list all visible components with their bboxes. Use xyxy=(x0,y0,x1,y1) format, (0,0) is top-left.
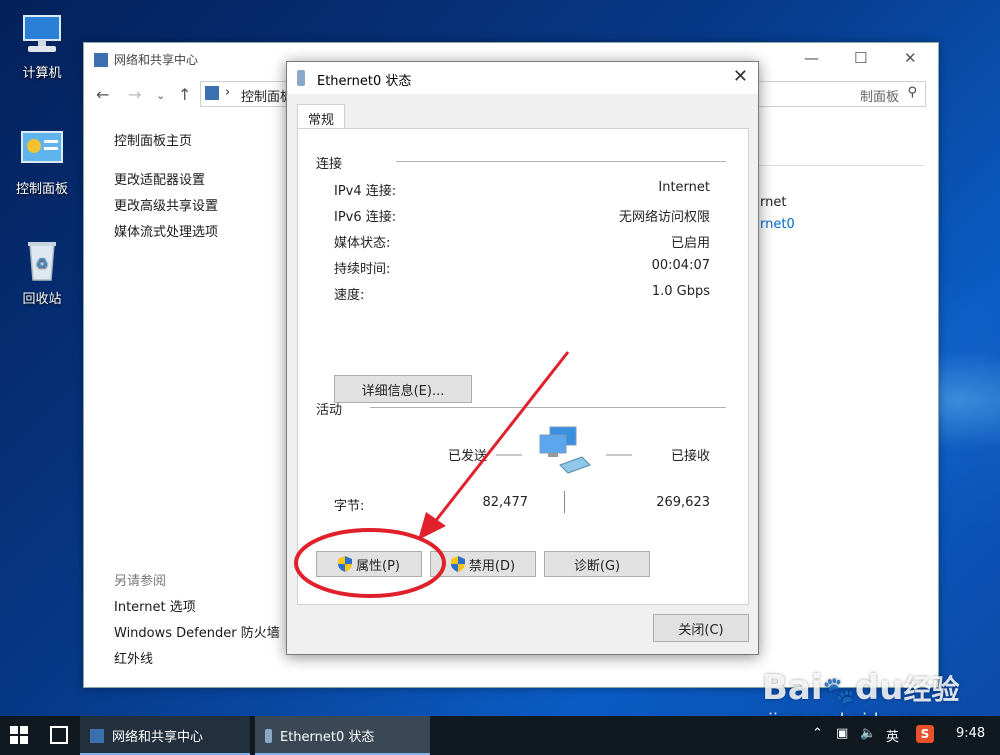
sidebar-link-adapter[interactable]: 更改适配器设置 xyxy=(114,169,205,188)
network-center-icon xyxy=(94,52,108,67)
forward-arrow-icon[interactable]: → xyxy=(128,85,141,104)
diagnose-button[interactable]: 诊断(G) xyxy=(544,551,650,577)
uac-shield-icon xyxy=(450,556,465,572)
ipv6-value: 无网络访问权限 xyxy=(618,210,710,225)
ethernet-adapter-icon xyxy=(265,728,272,743)
desktop-icon-label: 控制面板 xyxy=(15,182,68,197)
taskbar-item-label: Ethernet0 状态 xyxy=(280,730,375,745)
taskbar-item-label: 网络和共享中心 xyxy=(112,730,204,745)
control-panel-small-icon xyxy=(205,86,219,100)
group-divider xyxy=(396,161,726,162)
logo-jingyan: 经验 xyxy=(903,673,960,706)
desktop-icon-label: 回收站 xyxy=(22,292,62,307)
task-view-icon[interactable] xyxy=(50,726,68,744)
sogou-ime-icon[interactable]: S xyxy=(916,725,934,743)
uac-shield-icon xyxy=(338,556,352,572)
properties-label: 属性(P) xyxy=(356,558,400,574)
disable-button[interactable]: 禁用(D) xyxy=(430,551,536,577)
close-button[interactable]: 关闭(C) xyxy=(653,614,749,642)
received-line xyxy=(606,454,632,456)
taskbar: 网络和共享中心 Ethernet0 状态 ⌃ ▣ 🔈 英 S 9:48 xyxy=(0,716,1000,755)
general-panel: 连接 IPv4 连接: Internet IPv6 连接: 无网络访问权限 媒体… xyxy=(297,128,749,605)
logo-du: du xyxy=(854,668,904,708)
desktop-icon-control-panel[interactable]: 控制面板 xyxy=(2,126,82,197)
start-button[interactable] xyxy=(10,726,28,744)
paw-icon: 🐾 xyxy=(822,676,855,706)
see-also-internet-options[interactable]: Internet 选项 xyxy=(114,596,196,615)
access-type-text: rnet xyxy=(760,195,787,210)
properties-button[interactable]: 属性(P) xyxy=(316,551,422,577)
bytes-received-value: 269,623 xyxy=(656,495,710,510)
sidebar-link-media-streaming[interactable]: 媒体流式处理选项 xyxy=(114,221,218,240)
see-also-heading: 另请参阅 xyxy=(114,574,167,589)
logo-bai: Bai xyxy=(762,668,823,708)
sidebar-link-advanced-sharing[interactable]: 更改高级共享设置 xyxy=(114,195,218,214)
activity-group-label: 活动 xyxy=(316,403,343,418)
svg-text:♻: ♻ xyxy=(36,256,49,272)
control-panel-icon xyxy=(18,126,66,174)
duration-label: 持续时间: xyxy=(334,262,391,277)
group-divider xyxy=(370,407,726,408)
bytes-sent-value: 82,477 xyxy=(482,495,529,510)
connection-link[interactable]: rnet0 xyxy=(760,217,795,232)
see-also-infrared[interactable]: 红外线 xyxy=(114,648,153,667)
dialog-title: Ethernet0 状态 xyxy=(317,74,412,89)
search-icon[interactable]: ⚲ xyxy=(907,85,917,100)
ipv4-label: IPv4 连接: xyxy=(334,184,397,199)
speed-label: 速度: xyxy=(334,288,365,303)
disable-label: 禁用(D) xyxy=(468,558,516,574)
network-computers-icon xyxy=(536,425,596,475)
sogou-ime-label: S xyxy=(920,727,930,741)
connection-group-label: 连接 xyxy=(316,157,343,172)
ipv6-label: IPv6 连接: xyxy=(334,210,397,225)
window-title-bar: 网络和共享中心 xyxy=(94,51,198,68)
windows-logo-icon xyxy=(10,726,28,744)
taskbar-item-network-center[interactable]: 网络和共享中心 xyxy=(80,716,250,755)
sent-label: 已发送 xyxy=(448,449,488,464)
window-title: 网络和共享中心 xyxy=(114,53,199,67)
duration-value: 00:04:07 xyxy=(651,258,710,273)
baidu-logo: Bai🐾du经验 xyxy=(762,668,959,708)
ime-indicator[interactable]: 英 xyxy=(886,726,899,745)
close-icon[interactable]: ✕ xyxy=(733,66,748,87)
bytes-divider xyxy=(564,491,565,513)
media-state-label: 媒体状态: xyxy=(334,236,391,251)
taskbar-item-ethernet-status[interactable]: Ethernet0 状态 xyxy=(255,716,430,755)
received-label: 已接收 xyxy=(670,449,710,464)
desktop-icon-label: 计算机 xyxy=(22,66,62,81)
computer-icon xyxy=(18,10,66,58)
see-also-firewall[interactable]: Windows Defender 防火墙 xyxy=(114,622,280,641)
search-placeholder: 制面板 xyxy=(859,90,899,105)
dialog-title-bar: Ethernet0 状态 ✕ xyxy=(287,62,758,94)
back-arrow-icon[interactable]: ← xyxy=(96,85,109,104)
clock[interactable]: 9:48 xyxy=(956,726,985,741)
bytes-label: 字节: xyxy=(334,499,365,514)
ethernet-status-dialog: Ethernet0 状态 ✕ 常规 连接 IPv4 连接: Internet I… xyxy=(286,61,759,655)
sidebar-link-home[interactable]: 控制面板主页 xyxy=(114,130,192,149)
breadcrumb-chevron-icon: › xyxy=(225,85,231,100)
maximize-icon[interactable]: ☐ xyxy=(854,49,867,67)
network-center-icon xyxy=(90,728,104,743)
desktop-icon-recycle-bin[interactable]: ♻ 回收站 xyxy=(2,236,82,307)
up-arrow-icon[interactable]: ↑ xyxy=(178,85,191,104)
close-icon[interactable]: ✕ xyxy=(904,49,917,67)
media-state-value: 已启用 xyxy=(670,236,710,251)
speed-value: 1.0 Gbps xyxy=(651,284,710,299)
ethernet-adapter-icon xyxy=(297,70,305,86)
sent-line xyxy=(496,454,522,456)
recycle-bin-icon: ♻ xyxy=(18,236,66,284)
volume-icon[interactable]: 🔈 xyxy=(860,726,876,741)
ipv4-value: Internet xyxy=(658,180,710,195)
desktop-icon-computer[interactable]: 计算机 xyxy=(2,10,82,81)
chevron-down-icon[interactable]: ⌄ xyxy=(156,89,165,102)
chevron-up-icon[interactable]: ⌃ xyxy=(812,726,823,741)
network-tray-icon[interactable]: ▣ xyxy=(836,726,848,741)
minimize-icon[interactable]: — xyxy=(804,49,819,67)
details-button[interactable]: 详细信息(E)... xyxy=(334,375,472,403)
